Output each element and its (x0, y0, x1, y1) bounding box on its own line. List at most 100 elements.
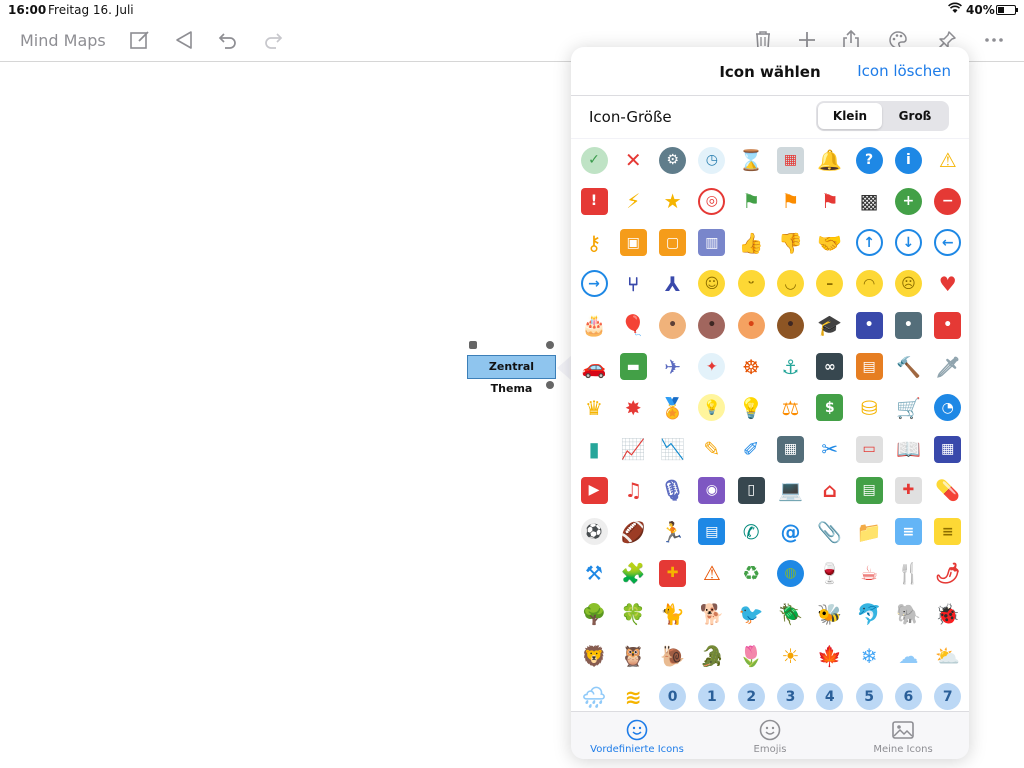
arrow-down-circle-icon[interactable]: ↓ (893, 228, 923, 258)
binoculars-icon[interactable]: ∞ (815, 352, 845, 382)
shopping-cart-icon[interactable]: 🛒 (893, 393, 923, 423)
pencil-ruler-icon[interactable]: ✐ (736, 434, 766, 464)
hourglass-icon[interactable]: ⌛ (736, 145, 766, 175)
compose-icon[interactable] (127, 27, 153, 53)
size-large-option[interactable]: Groß (883, 103, 947, 129)
note-handle[interactable] (546, 341, 554, 349)
wine-glass-icon[interactable]: 🍷 (815, 558, 845, 588)
thumbs-down-icon[interactable]: 👎 (776, 228, 806, 258)
redo-icon[interactable] (260, 27, 286, 53)
dolphin-icon[interactable]: 🐬 (854, 599, 884, 629)
calendar-icon[interactable]: ▦ (776, 145, 806, 175)
tab-predefined-icons[interactable]: Vordefinierte Icons (571, 718, 703, 755)
number-one-icon[interactable]: 1 (697, 682, 727, 711)
key-icon[interactable]: ⚷ (579, 228, 609, 258)
number-three-icon[interactable]: 3 (776, 682, 806, 711)
alert-diamond-icon[interactable]: ! (579, 186, 609, 216)
graduation-cap-icon[interactable]: 🎓 (815, 310, 845, 340)
person-boy-icon[interactable]: • (658, 310, 688, 340)
pill-icon[interactable]: 💊 (933, 475, 963, 505)
runner-icon[interactable]: 🏃 (658, 517, 688, 547)
flag-checkered-icon[interactable]: ▩ (854, 186, 884, 216)
hospital-icon[interactable]: ✚ (893, 475, 923, 505)
construction-icon[interactable]: ⚠ (697, 558, 727, 588)
resize-handle[interactable] (546, 381, 554, 389)
coins-icon[interactable]: ⛁ (854, 393, 884, 423)
rain-cloud-icon[interactable]: 🌧 (579, 682, 609, 711)
icon-size-segmented-control[interactable]: Klein Groß (816, 101, 949, 131)
heat-waves-icon[interactable]: ≋ (618, 682, 648, 711)
brick-wall-icon[interactable]: ▤ (854, 352, 884, 382)
target-icon[interactable]: ◎ (697, 186, 727, 216)
number-zero-icon[interactable]: 0 (658, 682, 688, 711)
laptop-icon[interactable]: 💻 (776, 475, 806, 505)
globe-icon[interactable]: ◍ (776, 558, 806, 588)
medal-icon[interactable]: 🏅 (658, 393, 688, 423)
tab-my-icons[interactable]: Meine Icons (837, 718, 969, 755)
document-icon[interactable]: ≡ (893, 517, 923, 547)
tree-icon[interactable]: 🌳 (579, 599, 609, 629)
more-icon[interactable] (981, 27, 1007, 53)
camera-icon[interactable]: ◉ (697, 475, 727, 505)
line-chart-down-icon[interactable]: 📉 (658, 434, 688, 464)
phone-icon[interactable]: ✆ (736, 517, 766, 547)
minus-circle-icon[interactable]: − (933, 186, 963, 216)
smile-face-icon[interactable]: ☺ (697, 269, 727, 299)
soccer-ball-icon[interactable]: ⚽ (579, 517, 609, 547)
arrow-left-circle-icon[interactable]: ← (933, 228, 963, 258)
undo-icon[interactable] (215, 27, 241, 53)
chili-icon[interactable]: 🌶 (933, 558, 963, 588)
car-icon[interactable]: 🚗 (579, 352, 609, 382)
at-sign-icon[interactable]: @ (776, 517, 806, 547)
house-icon[interactable]: ⌂ (815, 475, 845, 505)
lion-icon[interactable]: 🦁 (579, 641, 609, 671)
number-five-icon[interactable]: 5 (854, 682, 884, 711)
presentation-icon[interactable]: ▭ (854, 434, 884, 464)
trash-bin-icon[interactable]: ▥ (697, 228, 727, 258)
central-topic-node[interactable]: Zentral Thema (467, 355, 556, 395)
bird-icon[interactable]: 🐦 (736, 599, 766, 629)
crying-face-icon[interactable]: ☹ (893, 269, 923, 299)
folder-icon[interactable]: 📁 (854, 517, 884, 547)
lightbulb-off-icon[interactable]: 💡 (736, 393, 766, 423)
cloud-icon[interactable]: ☁ (893, 641, 923, 671)
hammer-icon[interactable]: 🔨 (893, 352, 923, 382)
airplane-icon[interactable]: ✈ (658, 352, 688, 382)
firefighter-icon[interactable]: • (933, 310, 963, 340)
compass-icon[interactable]: ✦ (697, 352, 727, 382)
split-arrow-icon[interactable]: ⑂ (618, 269, 648, 299)
ladybug-icon[interactable]: 🐞 (933, 599, 963, 629)
arrow-right-circle-icon[interactable]: → (579, 269, 609, 299)
gift-icon[interactable]: ✚ (658, 558, 688, 588)
flag-red-icon[interactable]: ⚑ (815, 186, 845, 216)
tulip-icon[interactable]: 🌷 (736, 641, 766, 671)
bee-icon[interactable]: 🐝 (815, 599, 845, 629)
send-icon[interactable] (171, 27, 197, 53)
flag-orange-icon[interactable]: ⚑ (776, 186, 806, 216)
clover-icon[interactable]: 🍀 (618, 599, 648, 629)
number-seven-icon[interactable]: 7 (933, 682, 963, 711)
balloon-icon[interactable]: 🎈 (618, 310, 648, 340)
collapse-handle[interactable] (469, 341, 477, 349)
clock-icon[interactable]: ◷ (697, 145, 727, 175)
line-chart-up-icon[interactable]: 📈 (618, 434, 648, 464)
pie-chart-icon[interactable]: ◔ (933, 393, 963, 423)
handshake-icon[interactable]: 🤝 (815, 228, 845, 258)
gear-icon[interactable]: ⚙ (658, 145, 688, 175)
owl-icon[interactable]: 🦉 (618, 641, 648, 671)
pencil-icon[interactable]: ✎ (697, 434, 727, 464)
book-icon[interactable]: 📖 (893, 434, 923, 464)
lightning-icon[interactable]: ⚡ (618, 186, 648, 216)
bell-icon[interactable]: 🔔 (815, 145, 845, 175)
number-two-icon[interactable]: 2 (736, 682, 766, 711)
grin-face-icon[interactable]: ᵕ (736, 269, 766, 299)
wink-face-icon[interactable]: ◡ (776, 269, 806, 299)
contact-card-icon[interactable]: ▤ (697, 517, 727, 547)
lightbulb-on-icon[interactable]: 💡 (697, 393, 727, 423)
snowflake-icon[interactable]: ❄ (854, 641, 884, 671)
shop-icon[interactable]: ▤ (854, 475, 884, 505)
elephant-icon[interactable]: 🐘 (893, 599, 923, 629)
neutral-face-icon[interactable]: – (815, 269, 845, 299)
number-six-icon[interactable]: 6 (893, 682, 923, 711)
football-icon[interactable]: 🏈 (618, 517, 648, 547)
